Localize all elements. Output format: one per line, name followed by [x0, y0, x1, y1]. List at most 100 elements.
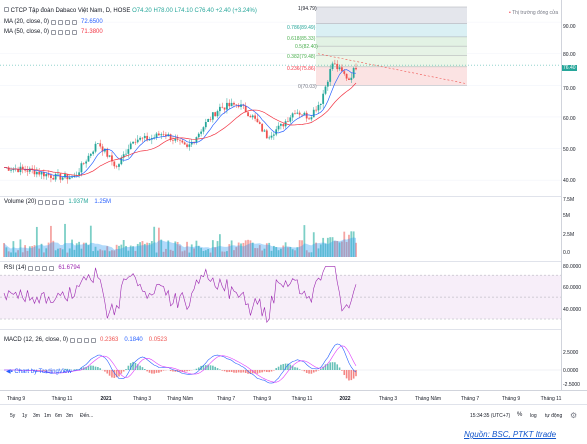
candle-body [85, 161, 88, 164]
macd-tick: -2.5000 [563, 382, 580, 388]
candle-body [223, 107, 226, 110]
candle-body [265, 130, 268, 139]
close-icon[interactable] [65, 19, 71, 25]
candle-body [40, 172, 43, 175]
more-icon[interactable] [49, 265, 55, 271]
macd-hist-bar [111, 370, 113, 378]
macd-hist-bar [233, 370, 235, 373]
volume-chart[interactable] [0, 197, 561, 262]
close-icon[interactable] [84, 337, 90, 343]
candle-body [247, 112, 249, 117]
range-1y[interactable]: 1y [22, 413, 27, 419]
candle-body [21, 166, 24, 170]
range-3m[interactable]: 3m [33, 413, 40, 419]
gear-icon[interactable]: ⚙ [570, 411, 577, 420]
macd-axis[interactable] [561, 329, 587, 390]
time-tick: Tháng 11 [291, 396, 313, 402]
eye-icon[interactable] [51, 29, 57, 35]
macd-hist-bar [308, 370, 310, 374]
more-icon[interactable] [72, 19, 78, 25]
tradingview-watermark[interactable]: ◀▪ Chart by TradingView [6, 368, 72, 376]
eye-icon[interactable] [51, 19, 57, 25]
more-icon[interactable] [91, 337, 97, 343]
more-icon[interactable] [59, 199, 65, 205]
macd-hist-bar [99, 368, 102, 370]
time-tick: Tháng 11 [51, 396, 73, 402]
range-5y[interactable]: 5y [10, 413, 15, 419]
macd-legend[interactable]: MACD (12, 26, close, 0) 0.2363 0.1840 0.… [4, 336, 169, 344]
candle-body [143, 135, 146, 139]
more-icon[interactable] [72, 29, 78, 35]
candle-body [118, 164, 120, 167]
macd-hist-bar [141, 367, 144, 370]
candle-body [26, 170, 29, 172]
eye-icon[interactable] [70, 337, 76, 343]
rsi-legend[interactable]: RSI (14) 61.6794 [4, 264, 82, 272]
candle-body [312, 109, 315, 118]
candle-body [268, 137, 271, 139]
rsi-tick: 60.0000 [563, 285, 582, 291]
goto-date-button[interactable]: Đến... [80, 413, 93, 419]
range-6m[interactable]: 6m [55, 413, 62, 419]
candle-body [277, 125, 280, 130]
macd-hist-bar [334, 362, 336, 370]
macd-hist-bar [212, 365, 214, 370]
macd-hist-bar [355, 370, 357, 377]
close-icon[interactable] [42, 265, 48, 271]
macd-hist-bar [282, 364, 285, 370]
candle-body [132, 141, 134, 144]
eye-icon[interactable] [28, 265, 34, 271]
macd-hist-bar [266, 370, 268, 372]
rsi-axis[interactable] [561, 261, 587, 329]
candle-body [193, 141, 195, 143]
candle-body [125, 153, 127, 155]
low-value: L74.10 [174, 8, 193, 14]
candle-body [139, 137, 142, 140]
settings-icon[interactable] [77, 337, 83, 343]
rsi-chart[interactable] [0, 262, 561, 330]
candle-body [80, 163, 83, 173]
candle-body [68, 177, 71, 180]
candle-body [310, 117, 313, 120]
price-tick: 40.00 [563, 178, 576, 184]
macd-hist-bar [258, 370, 261, 373]
ma50-legend[interactable]: MA (50, close, 0) 71.3800 [4, 28, 105, 36]
settings-icon[interactable] [45, 199, 51, 205]
settings-icon[interactable] [35, 265, 41, 271]
auto-toggle[interactable]: tự động [545, 413, 562, 419]
candle-body [348, 78, 350, 81]
close-icon[interactable] [65, 29, 71, 35]
macd-hist-bar [146, 370, 148, 372]
collapse-icon[interactable] [4, 7, 9, 12]
percent-toggle[interactable]: % [517, 412, 522, 418]
time-tick: Tháng 7 [460, 396, 480, 402]
ma20-legend[interactable]: MA (20, close, 0) 72.6500 [4, 18, 105, 26]
settings-icon[interactable] [58, 19, 64, 25]
candle-body [157, 133, 160, 136]
candle-body [127, 149, 130, 154]
candle-body [282, 124, 285, 127]
fib-zone [316, 36, 467, 47]
macd-hist-bar [273, 370, 275, 371]
log-toggle[interactable]: log [530, 413, 537, 419]
macd-hist-bar [221, 370, 224, 371]
eye-icon[interactable] [38, 199, 44, 205]
candle-body [113, 161, 116, 167]
candle-body [92, 151, 95, 154]
candle-body [228, 102, 231, 107]
fib-zone [316, 6, 467, 24]
macd-hist-bar [151, 370, 153, 374]
candle-body [270, 135, 273, 138]
macd-hist-bar [294, 367, 296, 370]
settings-icon[interactable] [58, 29, 64, 35]
range-1m[interactable]: 1m [44, 413, 51, 419]
macd-hist-bar [315, 370, 317, 372]
rsi-tick: 40.0000 [563, 307, 582, 313]
candle-body [275, 129, 278, 135]
rsi-pane[interactable] [0, 261, 561, 330]
macd-hist-bar [305, 370, 308, 373]
close-icon[interactable] [52, 199, 58, 205]
range-3m-b[interactable]: 3m [66, 413, 73, 419]
volume-legend[interactable]: Volume (20) 1.937M 1.25M [4, 198, 113, 206]
macd-hist-bar [336, 364, 339, 370]
